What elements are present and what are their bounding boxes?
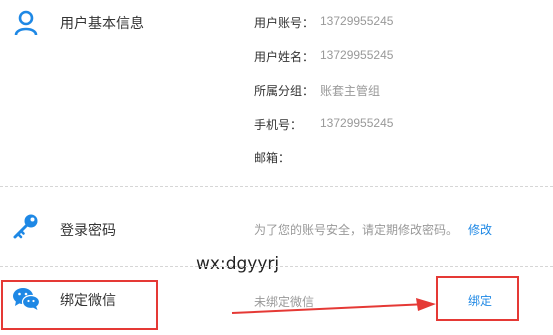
watermark-text: wx:dgyyrj	[196, 254, 280, 274]
section-divider	[0, 186, 553, 187]
phone-value: 13729955245	[320, 116, 394, 130]
account-value: 13729955245	[320, 14, 394, 28]
wechat-icon	[12, 287, 41, 311]
wechat-section-title: 绑定微信	[60, 292, 116, 308]
user-icon	[13, 10, 39, 36]
bind-wechat-button[interactable]: 绑定	[468, 292, 492, 309]
name-label: 用户姓名：	[254, 50, 315, 64]
group-value: 账套主管组	[320, 84, 381, 98]
group-label: 所属分组：	[254, 84, 315, 98]
section-divider	[0, 266, 553, 267]
change-password-link[interactable]: 修改	[468, 221, 492, 238]
password-section-title: 登录密码	[60, 222, 116, 238]
key-icon	[12, 212, 40, 240]
phone-label: 手机号：	[254, 118, 303, 132]
annotation-arrow-icon	[230, 294, 440, 318]
account-label: 用户账号：	[254, 16, 315, 30]
profile-section-title: 用户基本信息	[60, 15, 144, 31]
password-hint: 为了您的账号安全，请定期修改密码。	[254, 223, 459, 237]
email-label: 邮箱：	[254, 151, 291, 165]
name-value: 13729955245	[320, 48, 394, 62]
